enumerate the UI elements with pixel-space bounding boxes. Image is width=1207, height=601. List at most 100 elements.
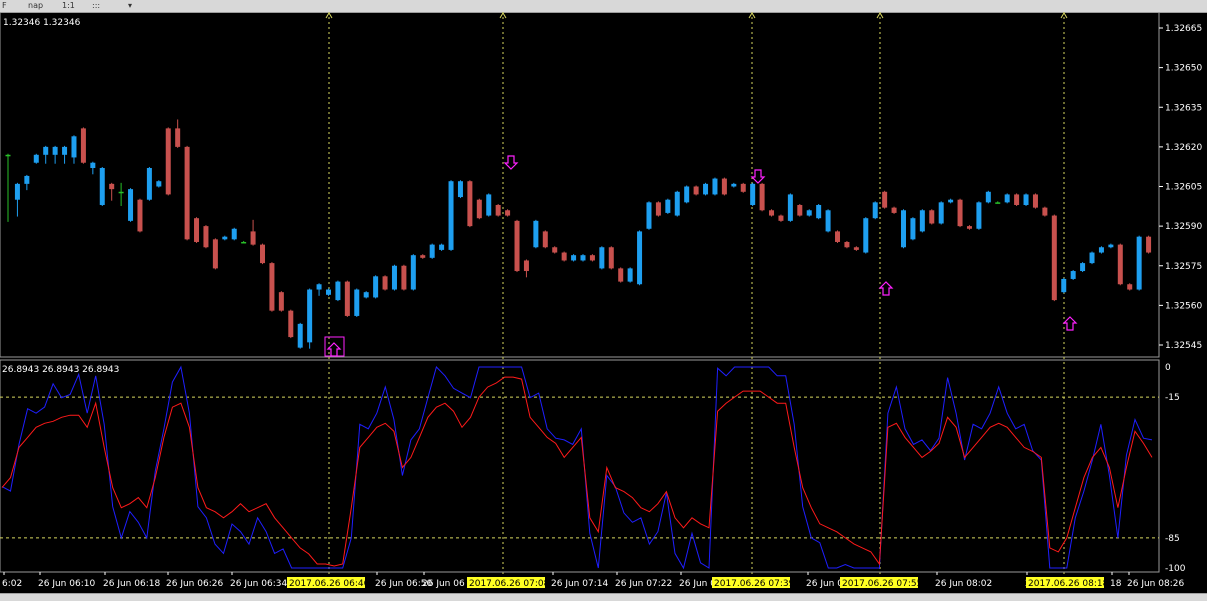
time-highlight-label: 2017.06.26 07:08 <box>469 579 550 589</box>
ohlc-readout: 1.32346 1.32346 <box>3 18 81 28</box>
candle-body <box>307 289 313 343</box>
candle-body <box>1108 244 1114 248</box>
candle-body <box>109 183 115 190</box>
price-tick-label: 1.32620 <box>1165 143 1202 153</box>
candle-body <box>1117 244 1123 285</box>
candle-body <box>241 241 247 244</box>
candle-body <box>52 146 58 155</box>
candle-body <box>750 183 756 205</box>
candle-body <box>62 146 68 155</box>
time-tick-label: 18 <box>1110 579 1122 589</box>
vertical-grid-lines <box>325 12 1068 575</box>
candle-body <box>1146 236 1152 253</box>
candle-body <box>966 226 972 229</box>
candle-body <box>288 310 294 338</box>
candle-body <box>1127 284 1133 290</box>
price-tick-label: 1.32545 <box>1165 341 1202 351</box>
candle-body <box>684 186 690 203</box>
indicator-tick-label: -85 <box>1165 534 1180 544</box>
candle-body <box>542 231 548 248</box>
signal-arrow-icon <box>1062 316 1078 331</box>
price-panel: 1.32346 1.32346 1.326651.326501.326351.3… <box>0 12 1202 575</box>
candle-body <box>495 204 501 216</box>
candle-body <box>99 168 105 205</box>
time-highlight-label: 2017.06.26 08:18 <box>1028 579 1109 589</box>
candle-body <box>589 255 595 261</box>
price-tick-label: 1.32575 <box>1165 262 1202 272</box>
time-tick-label: 26 Jun 06:26 <box>166 579 223 589</box>
toolbar-item[interactable]: ::: <box>92 1 100 10</box>
time-highlight-label: 2017.06.26 07:39 <box>714 579 795 589</box>
candle-body <box>363 292 369 298</box>
candle-body <box>90 162 96 169</box>
candle-body <box>561 252 567 261</box>
price-axis-labels: 1.32665 1.32650 1.32635 1.32620 1.32605 1.325… <box>1159 24 1202 351</box>
candle-body <box>646 202 652 229</box>
candle-body <box>391 265 397 290</box>
time-tick-label: 26 Jun 06 <box>422 579 465 589</box>
candle-body <box>71 136 77 158</box>
candle-body <box>797 204 803 216</box>
indicator-panel-border <box>0 359 1160 573</box>
candle-body <box>297 323 303 348</box>
candle-body <box>354 289 360 316</box>
toolbar-item[interactable]: F <box>2 1 7 10</box>
candlesticks[interactable] <box>5 119 1152 349</box>
signal-arrow-icon <box>878 281 894 296</box>
time-tick-label: 6:02 <box>2 579 22 589</box>
candle-body <box>1042 207 1048 216</box>
candle-body <box>165 128 171 195</box>
toolbar-item[interactable]: 1:1 <box>62 1 75 10</box>
time-tick-label: 26 Jun 07:14 <box>551 579 608 589</box>
time-tick-label: 26 Jun 08:26 <box>1127 579 1184 589</box>
candle-body <box>938 202 944 224</box>
candle-body <box>486 194 492 216</box>
candle-body <box>1014 194 1020 205</box>
candle-body <box>844 241 850 248</box>
candle-body <box>316 284 322 290</box>
candle-body <box>637 231 643 285</box>
candle-body <box>523 260 529 272</box>
signal-box <box>324 336 345 357</box>
candle-body <box>703 183 709 195</box>
candle-body <box>439 244 445 250</box>
candle-body <box>872 202 878 219</box>
candle-body <box>1080 263 1086 272</box>
candle-body <box>674 191 680 216</box>
candle-body <box>118 191 124 194</box>
candle-body <box>146 168 152 200</box>
candle-body <box>957 199 963 227</box>
candle-body <box>420 255 426 258</box>
candle-body <box>1061 278 1067 293</box>
candle-body <box>175 128 181 147</box>
time-tick-label: 26 Jun 06:10 <box>38 579 95 589</box>
trading-chart[interactable]: 1.32346 1.32346 1.326651.326501.326351.3… <box>0 12 1207 593</box>
indicator-readout: 26.8943 26.8943 26.8943 <box>2 365 119 375</box>
candle-body <box>278 292 284 311</box>
candle-body <box>137 199 143 232</box>
toolbar-item[interactable]: nap <box>28 1 43 10</box>
toolbar-item[interactable]: ▾ <box>128 1 132 10</box>
time-tick-label: 26 Jun 06:34 <box>230 579 287 589</box>
candle-body <box>910 218 916 240</box>
candle-body <box>721 178 727 195</box>
candle-body <box>835 231 841 242</box>
indicator-tick-label: -15 <box>1165 393 1180 403</box>
candle-body <box>373 276 379 298</box>
price-tick-label: 1.32635 <box>1165 103 1202 113</box>
candle-body <box>33 154 39 163</box>
indicator-tick-label: -100 <box>1165 564 1186 574</box>
candle-body <box>599 247 605 269</box>
candle-body <box>476 199 482 219</box>
candle-body <box>740 183 746 192</box>
candle-body <box>80 128 86 163</box>
candle-body <box>693 186 699 195</box>
candle-body <box>1032 194 1038 208</box>
candle-body <box>1070 271 1076 279</box>
candle-body <box>787 194 793 221</box>
candle-body <box>976 202 982 229</box>
price-tick-label: 1.32665 <box>1165 24 1202 34</box>
candle-body <box>505 210 511 216</box>
candle-body <box>467 181 473 227</box>
time-tick-label: 26 Jun 07:22 <box>615 579 672 589</box>
